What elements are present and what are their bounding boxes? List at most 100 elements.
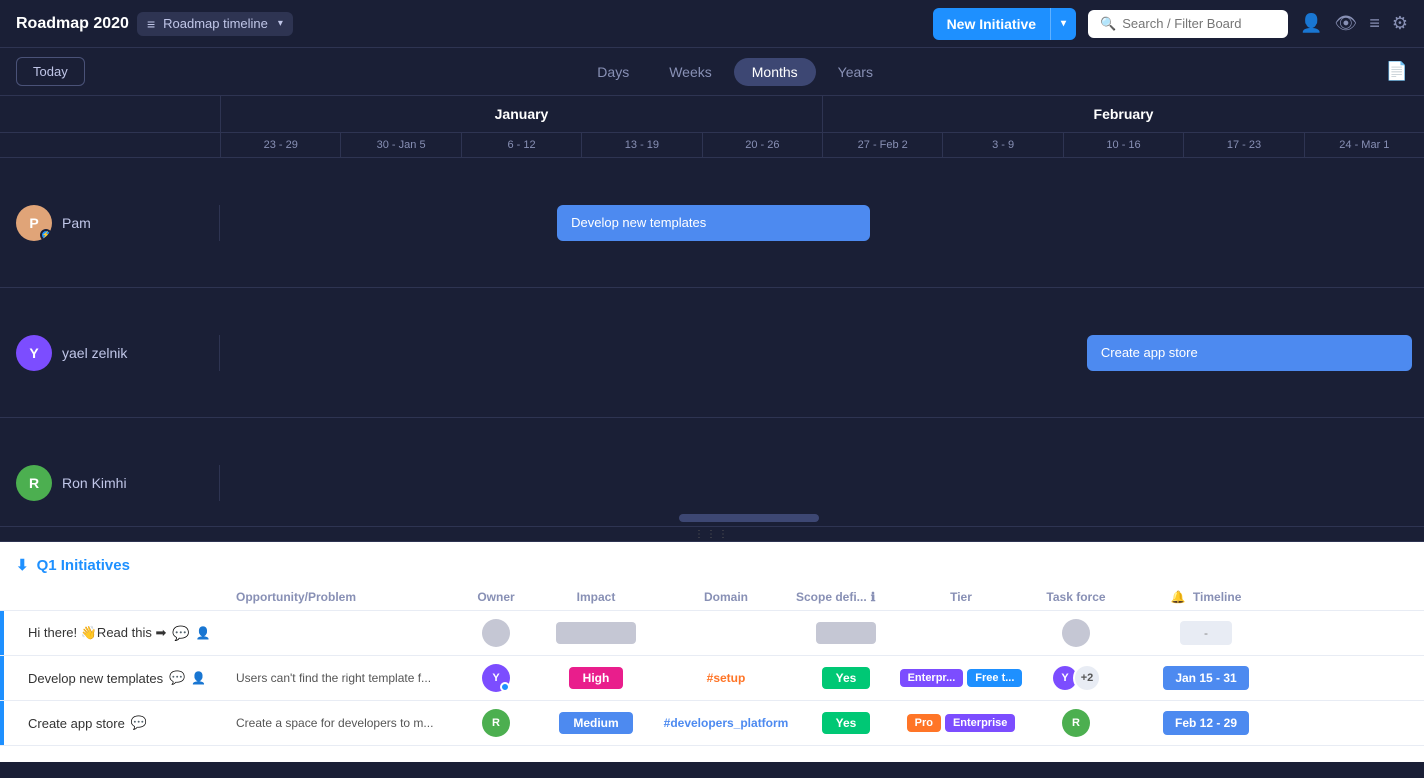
row-scope-3: Yes xyxy=(796,712,896,734)
week-3-9: 3 - 9 xyxy=(942,133,1062,157)
timeline-header: Today Days Weeks Months Years 📄 xyxy=(0,48,1424,96)
comment-icon-1[interactable]: 💬 xyxy=(172,625,189,642)
table-row-3[interactable]: Create app store 💬 Create a space for de… xyxy=(0,701,1424,746)
week-30-jan5: 30 - Jan 5 xyxy=(340,133,460,157)
user-name-yael: yael zelnik xyxy=(62,345,127,361)
row-impact-2: High xyxy=(536,667,656,689)
taskforce-avatar-1 xyxy=(1062,619,1090,647)
tier-free-2: Free t... xyxy=(967,669,1022,687)
timeline-badge-2: Jan 15 - 31 xyxy=(1163,666,1248,690)
month-february: February xyxy=(822,96,1424,132)
row-color-indicator-2 xyxy=(0,656,4,700)
gantt-user-ron: R Ron Kimhi xyxy=(0,465,220,501)
week-20-26: 20 - 26 xyxy=(702,133,822,157)
gantt-row-pam: P ⚡ Pam Develop new templates xyxy=(0,158,1424,288)
table-row-1[interactable]: Hi there! 👋Read this ➡ 💬 👤 - xyxy=(0,611,1424,656)
row-owner-2: Y xyxy=(456,664,536,692)
row-name-3: Create app store 💬 xyxy=(16,715,236,731)
col-header-impact: Impact xyxy=(536,590,656,604)
month-january: January xyxy=(220,96,822,132)
eye-icon[interactable]: 👁 xyxy=(1334,13,1357,34)
col-header-scope: Scope defi... ℹ xyxy=(796,590,896,604)
week-6-12: 6 - 12 xyxy=(461,133,581,157)
view-selector-label: Roadmap timeline xyxy=(163,16,268,31)
comment-icon-2[interactable]: 💬 xyxy=(169,670,185,686)
nav-left: Roadmap 2020 ≡ Roadmap timeline ▾ xyxy=(16,12,293,36)
tab-months[interactable]: Months xyxy=(734,58,816,86)
gantt-bar-develop-templates[interactable]: Develop new templates xyxy=(557,205,870,241)
scrollbar-thumb[interactable] xyxy=(679,514,819,522)
week-17-23: 17 - 23 xyxy=(1183,133,1303,157)
bottom-section: ⬇ Q1 Initiatives Opportunity/Problem Own… xyxy=(0,542,1424,762)
avatar-owner-3: R xyxy=(482,709,510,737)
col-header-taskforce: Task force xyxy=(1026,590,1126,604)
row-taskforce-2: Y +2 xyxy=(1026,664,1126,692)
row-scope-2: Yes xyxy=(796,667,896,689)
today-button[interactable]: Today xyxy=(16,57,85,86)
month-header: January February xyxy=(0,96,1424,133)
settings-icon[interactable]: ⚙ xyxy=(1392,13,1408,34)
tab-years[interactable]: Years xyxy=(820,58,891,86)
app-title: Roadmap 2020 xyxy=(16,15,129,33)
gantt-row-ron: R Ron Kimhi xyxy=(0,418,1424,510)
tab-days[interactable]: Days xyxy=(579,58,647,86)
col-header-opportunity: Opportunity/Problem xyxy=(236,590,456,604)
row-3-name-text: Create app store xyxy=(28,716,125,731)
week-10-16: 10 - 16 xyxy=(1063,133,1183,157)
drag-handle[interactable]: ⋮⋮⋮ xyxy=(0,526,1424,542)
bell-icon: 🔔 xyxy=(1171,590,1186,604)
gantt-scrollbar xyxy=(0,510,1424,526)
gantt-bar-create-app-store[interactable]: Create app store xyxy=(1087,335,1412,371)
user-icon[interactable]: 👤 xyxy=(1300,13,1322,34)
sub-icon-1[interactable]: 👤 xyxy=(196,626,211,640)
row-timeline-1: - xyxy=(1126,621,1286,645)
new-initiative-label: New Initiative xyxy=(933,8,1050,40)
table-row-2[interactable]: Develop new templates 💬 👤 Users can't fi… xyxy=(0,656,1424,701)
month-spacer xyxy=(0,96,220,132)
row-opp-2: Users can't find the right template f... xyxy=(236,671,456,685)
row-taskforce-1 xyxy=(1026,619,1126,647)
sub-icon-2[interactable]: 👤 xyxy=(191,671,206,685)
table-header: Opportunity/Problem Owner Impact Domain … xyxy=(0,584,1424,611)
row-1-name-text: Hi there! 👋Read this ➡ xyxy=(28,625,166,641)
week-labels: 23 - 29 30 - Jan 5 6 - 12 13 - 19 20 - 2… xyxy=(220,133,1424,157)
scope-badge-3: Yes xyxy=(822,712,871,734)
row-name-2: Develop new templates 💬 👤 xyxy=(16,670,236,686)
week-spacer xyxy=(0,133,220,157)
row-taskforce-3: R xyxy=(1026,709,1126,737)
row-color-indicator xyxy=(0,611,4,655)
taskforce-avatar-3: R xyxy=(1062,709,1090,737)
export-icon[interactable]: 📄 xyxy=(1386,61,1408,82)
col-header-tier: Tier xyxy=(896,590,1026,604)
dropdown-arrow-icon[interactable]: ▾ xyxy=(1051,10,1076,37)
week-13-19: 13 - 19 xyxy=(581,133,701,157)
avatar-owner-1 xyxy=(482,619,510,647)
gantt-row-yael: Y yael zelnik Create app store xyxy=(0,288,1424,418)
filter-icon[interactable]: ≡ xyxy=(1369,13,1380,34)
row-color-indicator-3 xyxy=(0,701,4,745)
search-input[interactable] xyxy=(1122,16,1276,31)
nav-right: New Initiative ▾ 🔍 👤 👁 ≡ ⚙ xyxy=(933,8,1408,40)
avatar-pam: P ⚡ xyxy=(16,205,52,241)
week-header: 23 - 29 30 - Jan 5 6 - 12 13 - 19 20 - 2… xyxy=(0,133,1424,158)
new-initiative-button[interactable]: New Initiative ▾ xyxy=(933,8,1077,40)
scope-label: Scope defi... xyxy=(796,590,867,604)
comment-icon-3[interactable]: 💬 xyxy=(131,715,147,731)
tab-weeks[interactable]: Weeks xyxy=(651,58,730,86)
collapse-icon[interactable]: ⬇ xyxy=(16,556,29,574)
week-24-mar1: 24 - Mar 1 xyxy=(1304,133,1424,157)
row-owner-1 xyxy=(456,619,536,647)
taskforce-stack-2: Y +2 xyxy=(1051,664,1101,692)
avatar-owner-2: Y xyxy=(482,664,510,692)
view-selector[interactable]: ≡ Roadmap timeline ▾ xyxy=(137,12,293,36)
avatar-ron: R xyxy=(16,465,52,501)
info-icon[interactable]: ℹ xyxy=(871,590,876,604)
search-box[interactable]: 🔍 xyxy=(1088,10,1288,38)
gantt-user-pam: P ⚡ Pam xyxy=(0,205,220,241)
domain-hashtag-2: #setup xyxy=(707,671,746,685)
avatar-badge-pam: ⚡ xyxy=(40,229,52,241)
col-header-owner: Owner xyxy=(456,590,536,604)
timeline-label: Timeline xyxy=(1193,590,1241,604)
taskforce-count-2: +2 xyxy=(1073,664,1101,692)
week-23-29: 23 - 29 xyxy=(220,133,340,157)
